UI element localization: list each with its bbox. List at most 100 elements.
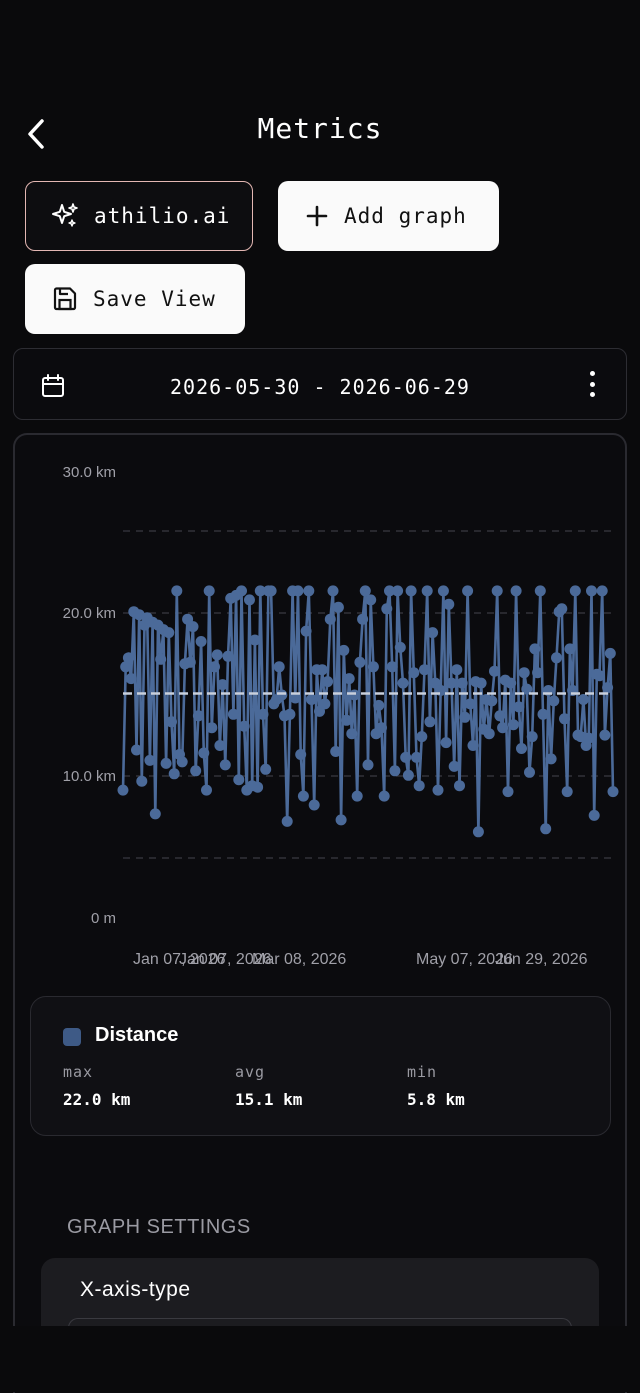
data-point	[381, 603, 393, 615]
x-tick-label: Jun 29, 2026	[495, 951, 588, 968]
data-point	[516, 743, 527, 754]
data-point	[489, 665, 500, 677]
legend-swatch	[63, 1028, 81, 1046]
data-point	[260, 763, 272, 775]
data-point	[217, 679, 229, 691]
data-point	[416, 731, 428, 743]
athilio-ai-button[interactable]: athilio.ai	[25, 181, 253, 251]
data-point	[125, 673, 137, 685]
athilio-ai-label: athilio.ai	[94, 204, 231, 228]
data-point	[362, 759, 374, 771]
date-range-bar[interactable]: 2026-05-30 - 2026-06-29	[13, 348, 627, 420]
more-vertical-icon[interactable]	[582, 371, 602, 397]
data-point	[540, 823, 552, 835]
data-point	[122, 652, 134, 664]
data-point	[569, 585, 581, 597]
data-point	[475, 677, 487, 689]
data-point	[454, 780, 465, 792]
stat-min-value: 5.8 km	[407, 1090, 465, 1109]
data-point	[238, 720, 250, 732]
data-point	[405, 585, 417, 597]
data-point	[206, 722, 218, 734]
data-point	[227, 708, 239, 720]
data-point	[117, 784, 129, 796]
data-point	[265, 585, 277, 597]
distance-chart: 30.0 km20.0 km10.0 km0 mJan 07, 2026Jan …	[63, 464, 619, 968]
graph-settings-title: GRAPH SETTINGS	[67, 1216, 251, 1238]
data-point	[346, 728, 358, 740]
data-point	[327, 585, 339, 597]
data-point	[400, 751, 412, 763]
data-point	[131, 744, 142, 756]
data-point	[297, 790, 309, 802]
data-point	[497, 722, 509, 734]
y-tick-label: 30.0 km	[63, 464, 116, 481]
data-point	[467, 740, 479, 751]
legend-series-name: Distance	[95, 1024, 179, 1046]
data-point	[176, 756, 188, 768]
data-point	[397, 677, 409, 689]
data-point	[413, 780, 425, 792]
data-point	[491, 585, 503, 597]
data-point	[411, 751, 422, 763]
data-point	[201, 784, 212, 796]
data-point	[306, 694, 317, 705]
save-view-label: Save View	[93, 287, 216, 311]
data-point	[588, 809, 600, 821]
data-point	[602, 682, 614, 694]
data-point	[343, 673, 355, 685]
y-tick-label: 0 m	[91, 910, 116, 927]
data-point	[424, 716, 436, 728]
data-point	[166, 716, 177, 728]
legend-card: Distance max 22.0 km avg 15.1 km min 5.8…	[30, 996, 611, 1136]
data-point	[276, 689, 288, 701]
plus-icon	[306, 205, 328, 227]
data-point	[534, 585, 546, 597]
stat-max-label: max	[63, 1063, 94, 1081]
add-graph-label: Add graph	[344, 204, 467, 228]
data-point	[464, 698, 476, 710]
data-point	[462, 585, 474, 597]
data-point	[273, 661, 285, 673]
data-point	[459, 711, 471, 723]
data-point	[341, 714, 352, 726]
data-point	[545, 753, 557, 765]
data-point	[357, 613, 369, 625]
data-point	[252, 781, 264, 793]
data-point	[351, 790, 363, 802]
save-view-button[interactable]: Save View	[25, 264, 245, 334]
data-point	[155, 653, 167, 665]
data-point	[392, 585, 404, 597]
data-point	[144, 754, 156, 766]
data-point	[421, 585, 433, 597]
data-point	[163, 627, 175, 639]
data-point	[160, 757, 172, 769]
data-point	[203, 585, 215, 597]
data-point	[335, 814, 347, 826]
data-point	[300, 625, 312, 637]
data-point	[529, 643, 541, 655]
data-point	[577, 694, 589, 705]
x-axis-type-label: X-axis-type	[80, 1278, 191, 1301]
data-point	[308, 799, 320, 811]
data-point	[378, 790, 390, 802]
data-point	[332, 601, 344, 613]
data-point	[483, 728, 495, 740]
stat-max-value: 22.0 km	[63, 1090, 131, 1109]
data-point	[281, 815, 293, 827]
data-point	[338, 644, 350, 656]
data-point	[209, 661, 220, 673]
data-point	[136, 775, 148, 787]
add-graph-button[interactable]: Add graph	[278, 181, 499, 251]
data-point	[437, 585, 449, 597]
stat-avg-value: 15.1 km	[235, 1090, 303, 1109]
data-point	[448, 760, 460, 772]
data-point	[559, 713, 570, 725]
stat-avg-label: avg	[235, 1063, 266, 1081]
data-point	[394, 641, 406, 653]
data-point	[365, 594, 377, 606]
data-point	[427, 627, 439, 639]
data-point	[583, 732, 595, 744]
data-point	[149, 808, 161, 820]
chart-card: 30.0 km 20.0 km 10.0 km 0 m Jan 07, 2026 Jan …	[13, 433, 627, 1393]
